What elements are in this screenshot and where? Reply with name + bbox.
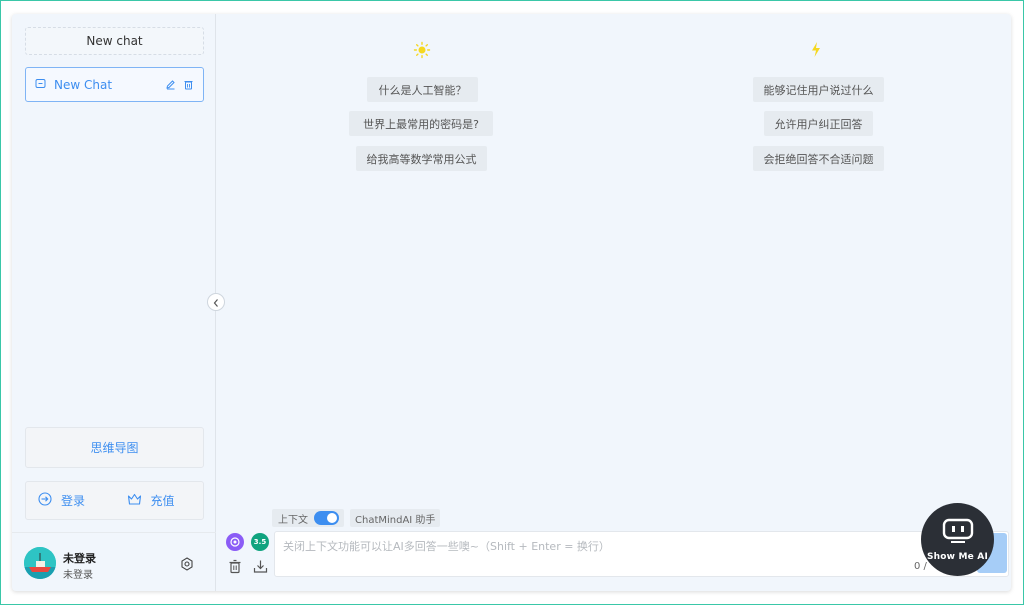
clear-trash-icon[interactable] [228, 559, 242, 578]
suggestion-text: 能够记住用户说过什么 [763, 83, 874, 97]
chat-item-label: New Chat [54, 77, 113, 92]
crown-icon [127, 493, 142, 509]
show-me-ai-logo: Show Me AI [921, 503, 994, 576]
suggestion-chip[interactable]: 给我高等数学常用公式 [356, 146, 487, 171]
chat-list-item[interactable]: New Chat [25, 67, 204, 102]
suggestion-text: 会拒绝回答不合适问题 [763, 152, 874, 166]
recharge-label: 充值 [150, 494, 175, 508]
suggestion-text: 给我高等数学常用公式 [366, 152, 477, 166]
suggestion-chip[interactable]: 能够记住用户说过什么 [753, 77, 884, 102]
model-badge-text: 3.5 [253, 538, 267, 546]
login-button[interactable]: 登录 [26, 492, 115, 509]
char-counter: 0 / [914, 561, 927, 572]
avatar[interactable] [24, 547, 56, 579]
logo-text: Show Me AI [926, 551, 989, 562]
message-input[interactable] [275, 532, 1008, 576]
user-panel: 未登录 未登录 [12, 532, 216, 591]
suggestion-text: 什么是人工智能？ [378, 83, 467, 97]
user-status: 未登录 [63, 570, 93, 581]
sidebar: New chat New Chat 思维导图 登录 充值 未登录 未登录 [12, 14, 216, 591]
context-toggle[interactable]: 上下文 [272, 509, 344, 527]
suggestion-chip[interactable]: 允许用户纠正回答 [764, 111, 873, 136]
suggestion-chip[interactable]: 什么是人工智能？ [367, 77, 478, 102]
gpt4-model-icon[interactable] [226, 533, 244, 551]
login-label: 登录 [61, 494, 86, 508]
mindmap-label: 思维导图 [90, 441, 139, 455]
assistant-selector[interactable]: ChatMindAI 助手 [350, 509, 441, 527]
chat-bubble-icon [35, 78, 46, 92]
suggestion-chip[interactable]: 世界上最常用的密码是? [349, 111, 493, 136]
settings-icon[interactable] [180, 556, 194, 575]
new-chat-label: New chat [86, 34, 143, 48]
suggestion-text: 允许用户纠正回答 [774, 117, 863, 131]
mindmap-button[interactable]: 思维导图 [25, 427, 204, 468]
lightning-icon [810, 41, 822, 62]
robot-screen-icon [941, 518, 975, 548]
download-icon[interactable] [253, 559, 268, 578]
suggestion-text: 世界上最常用的密码是? [363, 117, 479, 131]
account-actions: 登录 充值 [25, 481, 204, 520]
context-switch[interactable] [314, 511, 339, 525]
message-input-box [274, 531, 1009, 577]
app-container: New chat New Chat 思维导图 登录 充值 未登录 未登录 什么是… [12, 14, 1011, 591]
assistant-label: ChatMindAI 助手 [355, 514, 436, 526]
recharge-button[interactable]: 充值 [115, 492, 204, 509]
delete-icon[interactable] [183, 79, 194, 90]
edit-icon[interactable] [165, 79, 176, 90]
login-icon [38, 492, 52, 509]
chat-main: 什么是人工智能？ 世界上最常用的密码是? 给我高等数学常用公式 能够记住用户说过… [217, 14, 1011, 591]
new-chat-button[interactable]: New chat [25, 27, 204, 55]
context-label: 上下文 [278, 514, 308, 526]
user-name: 未登录 [63, 552, 96, 565]
gpt35-model-icon[interactable]: 3.5 [251, 533, 269, 551]
suggestion-chip[interactable]: 会拒绝回答不合适问题 [753, 146, 884, 171]
sun-icon [413, 41, 431, 63]
